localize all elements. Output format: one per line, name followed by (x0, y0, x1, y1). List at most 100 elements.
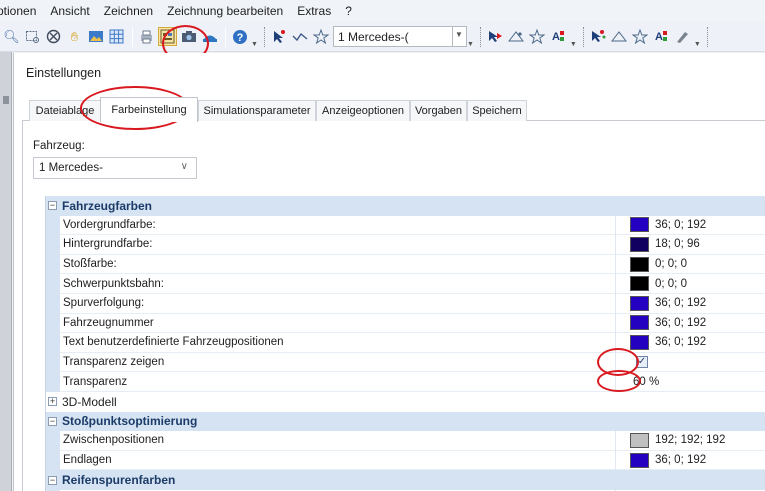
property-row[interactable]: Zwischenpositionen 192; 192; 192 (46, 431, 765, 451)
toolbar-grip[interactable] (706, 26, 710, 47)
color-swatch (630, 334, 649, 350)
property-value[interactable]: ✓ (615, 352, 765, 373)
expand-icon[interactable]: + (48, 397, 57, 407)
color-swatch (630, 452, 649, 468)
property-row[interactable]: Text benutzerdefinierte Fahrzeugposition… (46, 333, 765, 353)
property-row[interactable]: Hintergrundfarbe: 18; 0; 96 (46, 235, 765, 255)
color-swatch (630, 236, 649, 252)
tab-speichern[interactable]: Speichern (467, 100, 527, 121)
menu-ansicht[interactable]: Ansicht (43, 4, 96, 18)
chevron-down-icon[interactable]: ▼ (467, 41, 474, 48)
star-marker-icon[interactable] (631, 27, 650, 46)
property-row[interactable]: Fahrzeugnummer 36; 0; 192 (46, 313, 765, 334)
panel-handle[interactable] (3, 96, 9, 104)
property-row[interactable]: Schwerpunktsbahn: 0; 0; 0 (46, 274, 765, 294)
text-color-icon[interactable]: A (652, 27, 671, 46)
property-row[interactable]: Endlagen 36; 0; 192 (46, 450, 765, 471)
tab-dateiablage[interactable]: Dateiablage (29, 100, 101, 121)
star-marker-icon[interactable] (312, 27, 331, 46)
svg-text:?: ? (236, 32, 243, 44)
category-3d-modell[interactable]: + 3D-Modell (46, 391, 765, 412)
property-name: Schwerpunktsbahn: (60, 274, 615, 294)
print-icon[interactable] (137, 27, 156, 46)
property-grid: − Fahrzeugfarben Vordergrundfarbe: 36; 0… (45, 196, 765, 491)
tab-vorgaben[interactable]: Vorgaben (410, 100, 467, 121)
vehicle-combo-dropdown[interactable]: ▼ (452, 26, 467, 47)
vehicle-select[interactable]: 1 Mercedes- ∨ (33, 157, 197, 179)
menu-help[interactable]: ? (338, 4, 359, 18)
triangle-outline-icon[interactable] (507, 27, 526, 46)
save-icon[interactable] (200, 27, 219, 46)
brush-icon[interactable] (673, 27, 692, 46)
collapse-icon[interactable]: − (48, 416, 57, 426)
property-name: Stoßfarbe: (60, 255, 615, 275)
property-name: Fahrzeugnummer (60, 314, 615, 334)
toolbar-grip[interactable] (582, 26, 586, 47)
toolbar-separator (225, 26, 226, 47)
menu-extras[interactable]: Extras (290, 4, 338, 18)
help-icon[interactable]: ? (230, 27, 249, 46)
vehicle-combo[interactable]: 1 Mercedes-( (332, 26, 453, 47)
property-value[interactable]: 192; 192; 192 (615, 431, 765, 451)
toolbar-separator (132, 26, 133, 47)
triangle-outline-icon[interactable] (610, 27, 629, 46)
category-fahrzeugfarben[interactable]: − Fahrzeugfarben (46, 196, 765, 216)
property-name: Text benutzerdefinierte Fahrzeugposition… (60, 333, 615, 353)
tab-farbeinstellung[interactable]: Farbeinstellung (100, 97, 198, 122)
zoom-reset-icon[interactable] (44, 27, 63, 46)
zoom-icon[interactable]: 🔍︎ (2, 27, 21, 46)
menu-zeichnung-bearbeiten[interactable]: Zeichnung bearbeiten (160, 4, 290, 18)
text-color-icon[interactable]: A (549, 27, 568, 46)
svg-text:A: A (552, 31, 560, 43)
tab-simulationsparameter[interactable]: Simulationsparameter (198, 100, 316, 121)
property-value[interactable]: 18; 0; 96 (615, 235, 765, 255)
grid-icon[interactable] (107, 27, 126, 46)
chevron-down-icon[interactable]: ▼ (570, 41, 577, 48)
property-name: Vordergrundfarbe: (60, 216, 615, 236)
toolbar-grip[interactable] (263, 26, 267, 47)
tab-anzeigeoptionen[interactable]: Anzeigeoptionen (316, 100, 410, 121)
property-row[interactable]: Stoßfarbe: 0; 0; 0 (46, 254, 765, 275)
property-value[interactable]: 36; 0; 192 (615, 313, 765, 334)
toolbar: 🔍︎ ✋︎ ? ▼ 1 Mercedes-( ▼ ▼ A ▼ A ▼ (0, 22, 765, 52)
property-value[interactable]: 60 % (615, 372, 765, 392)
zoom-window-icon[interactable] (23, 27, 42, 46)
color-swatch (630, 432, 649, 448)
property-value[interactable]: 36; 0; 192 (615, 215, 765, 236)
menu-optionen[interactable]: ptionen (0, 4, 43, 18)
left-panel-edge (0, 52, 12, 491)
select-multi-icon[interactable] (589, 27, 608, 46)
property-value[interactable]: 36; 0; 192 (615, 293, 765, 314)
transparenz-value[interactable]: 60 % (633, 376, 659, 388)
select-vehicle-icon[interactable] (486, 27, 505, 46)
star-marker-icon[interactable] (528, 27, 547, 46)
color-swatch (630, 295, 649, 311)
collapse-icon[interactable]: − (48, 475, 57, 485)
camera-icon[interactable] (179, 27, 198, 46)
pan-hand-icon[interactable]: ✋︎ (65, 27, 84, 46)
toolbar-grip[interactable] (479, 26, 483, 47)
property-row[interactable]: Vordergrundfarbe: 36; 0; 192 (46, 215, 765, 236)
property-value[interactable]: 36; 0; 192 (615, 333, 765, 353)
settings-dialog-icon[interactable] (158, 27, 177, 46)
dialog-title: Einstellungen (26, 66, 102, 80)
menu-zeichnen[interactable]: Zeichnen (97, 4, 160, 18)
image-icon[interactable] (86, 27, 105, 46)
select-arrow-icon[interactable] (270, 27, 289, 46)
chevron-down-icon[interactable]: ▼ (251, 41, 258, 48)
property-name: Transparenz (60, 372, 615, 392)
property-name: Zwischenpositionen (60, 431, 615, 451)
property-value[interactable]: 0; 0; 0 (615, 254, 765, 275)
property-row-transparenz-zeigen[interactable]: Transparenz zeigen ✓ (46, 352, 765, 373)
polyline-icon[interactable] (291, 27, 310, 46)
property-value[interactable]: 0; 0; 0 (615, 274, 765, 294)
property-value[interactable]: 36; 0; 192 (615, 450, 765, 471)
category-stosspunktsoptimierung[interactable]: − Stoßpunktsoptimierung (46, 411, 765, 432)
transparenz-checkbox[interactable]: ✓ (636, 356, 648, 369)
property-row[interactable]: Spurverfolgung: 36; 0; 192 (46, 293, 765, 314)
property-name: Transparenz zeigen (60, 353, 615, 373)
chevron-down-icon[interactable]: ▼ (694, 41, 701, 48)
property-row-transparenz[interactable]: Transparenz 60 % (46, 372, 765, 392)
collapse-icon[interactable]: − (48, 201, 57, 211)
category-reifenspurenfarben[interactable]: − Reifenspurenfarben (46, 470, 765, 490)
